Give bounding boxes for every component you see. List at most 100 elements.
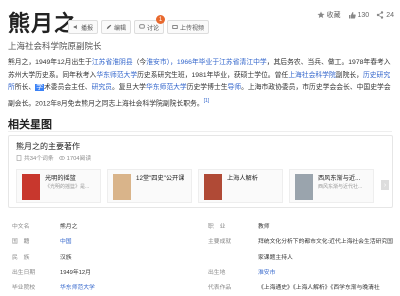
share-count: 24	[386, 11, 394, 19]
share-icon	[377, 11, 384, 19]
upload-video-label: 上传视频	[180, 25, 205, 32]
info-label: 出生地	[208, 269, 226, 276]
card-title[interactable]: 熊月之的主要著作	[16, 141, 80, 152]
book-info: 上海人解析	[227, 170, 258, 202]
intro-text: 。复旦大学	[111, 84, 146, 92]
info-value[interactable]: 中国	[60, 236, 72, 245]
intro-text: 所长、	[14, 84, 36, 92]
intro-text: 熊月之，1949年12月出生于	[8, 59, 92, 66]
edit-label: 编辑	[114, 25, 127, 32]
info-row: 民 族 汉族 家课题主持人	[8, 248, 393, 263]
intro-highlight: 学	[35, 84, 44, 92]
toolbar: 播报 编辑 讨论 1 上传视频	[68, 15, 210, 34]
intro-link[interactable]: ），1966年毕业于	[167, 59, 220, 66]
speaker-icon	[73, 24, 77, 30]
info-label: 民 族	[12, 254, 30, 261]
info-label: 出生日期	[12, 269, 36, 276]
book-info: 光明的摇篮 《光明的摇篮》是...	[45, 170, 89, 202]
section-divider	[8, 131, 392, 132]
info-value: 1949年12月	[60, 269, 91, 276]
next-arrow-button[interactable]: ›	[381, 180, 389, 190]
intro-link[interactable]: 上海社会科学院	[288, 72, 336, 79]
info-value[interactable]: 淮安市	[258, 267, 275, 276]
header: 熊月之 播报 编辑 讨论 1 上传视频 收藏 130 24	[8, 6, 396, 38]
intro-link[interactable]: 江苏省淮阴县	[92, 59, 133, 66]
info-label: 主要成就	[208, 239, 232, 246]
intro-text: 副院长，	[335, 71, 363, 79]
page-subtitle: 上海社会科学院原副院长	[8, 41, 102, 51]
chat-icon	[139, 24, 145, 29]
broadcast-button[interactable]: 播报	[68, 20, 99, 34]
citation-link[interactable]: [1]	[204, 98, 210, 104]
book-list: 光明的摇篮 《光明的摇篮》是... 12堂"四史"公开课 上海人解析 西风东渐与近...…	[16, 169, 374, 203]
doc-icon	[16, 154, 22, 161]
intro-link[interactable]: 华东师范大学	[146, 84, 187, 91]
info-row: 出生日期 1949年12月 出生地 淮安市	[8, 263, 393, 278]
book-cover	[295, 174, 313, 200]
star-icon	[317, 11, 325, 18]
video-icon	[172, 25, 178, 29]
book-item[interactable]: 12堂"四史"公开课	[107, 169, 192, 203]
entry-count: 共34个词条	[16, 153, 54, 162]
info-value: 《上海通史》《上海人解析》《西学东渐与晚清社	[258, 285, 380, 292]
book-cover	[22, 174, 40, 200]
discuss-label: 讨论	[147, 25, 160, 32]
info-row: 国 籍 中国 主要成就 拜统文化分析下的都市文化:近代上海社会生活研究国	[8, 232, 393, 247]
info-row: 毕业院校 华东师范大学 代表作品 《上海通史》《上海人解析》《西学东渐与晚清社	[8, 278, 393, 293]
info-label: 中文名	[12, 224, 30, 230]
info-label: 职 业	[208, 224, 226, 230]
book-title: 光明的摇篮	[45, 175, 76, 182]
basic-info-table: 中文名 熊月之 职 业 教师国 籍 中国 主要成就 拜统文化分析下的都市文化:近代上海社会生…	[8, 217, 393, 296]
read-count: 1704阅读	[58, 153, 92, 162]
intro-link[interactable]: 淮安市	[146, 59, 166, 66]
info-label: 毕业院校	[12, 285, 36, 292]
info-label: 国 籍	[12, 239, 30, 246]
eye-icon	[58, 155, 65, 160]
upload-video-button[interactable]: 上传视频	[167, 20, 210, 34]
book-title: 12堂"四史"公开课	[136, 175, 185, 182]
intro-link[interactable]: 导师	[228, 84, 242, 91]
read-count-label: 1704阅读	[66, 156, 92, 162]
book-info: 西风东渐与近... 西风东渐与近代社...	[318, 170, 362, 202]
intro-text: 历史系研究生班，1981年毕业，获硕士学位。曾任	[137, 71, 289, 79]
broadcast-label: 播报	[81, 25, 94, 32]
book-cover	[204, 174, 222, 200]
like-icon	[348, 12, 356, 19]
book-subtitle: 西风东渐与近代社...	[318, 184, 363, 190]
info-value[interactable]: 华东师范大学	[60, 282, 95, 291]
like-button[interactable]: 130	[348, 11, 370, 19]
book-item[interactable]: 西风东渐与近... 西风东渐与近代社...	[289, 169, 374, 203]
book-item[interactable]: 上海人解析	[198, 169, 283, 203]
intro-paragraph: 熊月之，1949年12月出生于江苏省淮阴县（今淮安市），1966年毕业于江苏省清…	[8, 57, 396, 111]
share-button[interactable]: 24	[376, 11, 394, 19]
book-cover	[113, 174, 131, 200]
info-value: 汉族	[60, 254, 72, 261]
card-meta: 共34个词条 1704阅读	[16, 153, 91, 162]
intro-link[interactable]: 江苏省清江中学	[219, 59, 267, 66]
like-count: 130	[357, 11, 370, 19]
intro-link[interactable]: 华东师范大学	[96, 72, 137, 79]
info-value: 拜统文化分析下的都市文化:近代上海社会生活研究国	[258, 239, 393, 246]
info-value: 家课题主持人	[258, 254, 293, 261]
favorite-label: 收藏	[326, 12, 341, 19]
discuss-count-badge: 1	[156, 15, 166, 24]
pencil-icon	[106, 24, 112, 30]
favorite-button[interactable]: 收藏	[317, 10, 341, 20]
info-value: 教师	[258, 224, 270, 230]
stats-bar: 收藏 130 24	[317, 10, 394, 20]
intro-link[interactable]: 研究员	[92, 84, 112, 91]
intro-text: 术委员会主任、	[43, 84, 92, 92]
info-row: 中文名 熊月之 职 业 教师	[8, 217, 393, 232]
entry-count-label: 共34个词条	[24, 156, 54, 162]
info-value: 熊月之	[60, 224, 78, 230]
star-map-card[interactable]: 熊月之的主要著作 共34个词条 1704阅读 光明的摇篮 《光明的摇篮》是... 1…	[8, 135, 393, 208]
book-title: 上海人解析	[227, 175, 258, 182]
info-label: 代表作品	[208, 285, 232, 292]
edit-button[interactable]: 编辑	[101, 20, 132, 34]
intro-text: 历史学博士生	[186, 84, 228, 92]
page-title: 熊月之	[8, 11, 78, 36]
discuss-button[interactable]: 讨论 1	[134, 15, 166, 34]
book-info: 12堂"四史"公开课	[136, 170, 184, 202]
book-item[interactable]: 光明的摇篮 《光明的摇篮》是...	[16, 169, 101, 203]
book-title: 西风东渐与近...	[318, 175, 361, 182]
